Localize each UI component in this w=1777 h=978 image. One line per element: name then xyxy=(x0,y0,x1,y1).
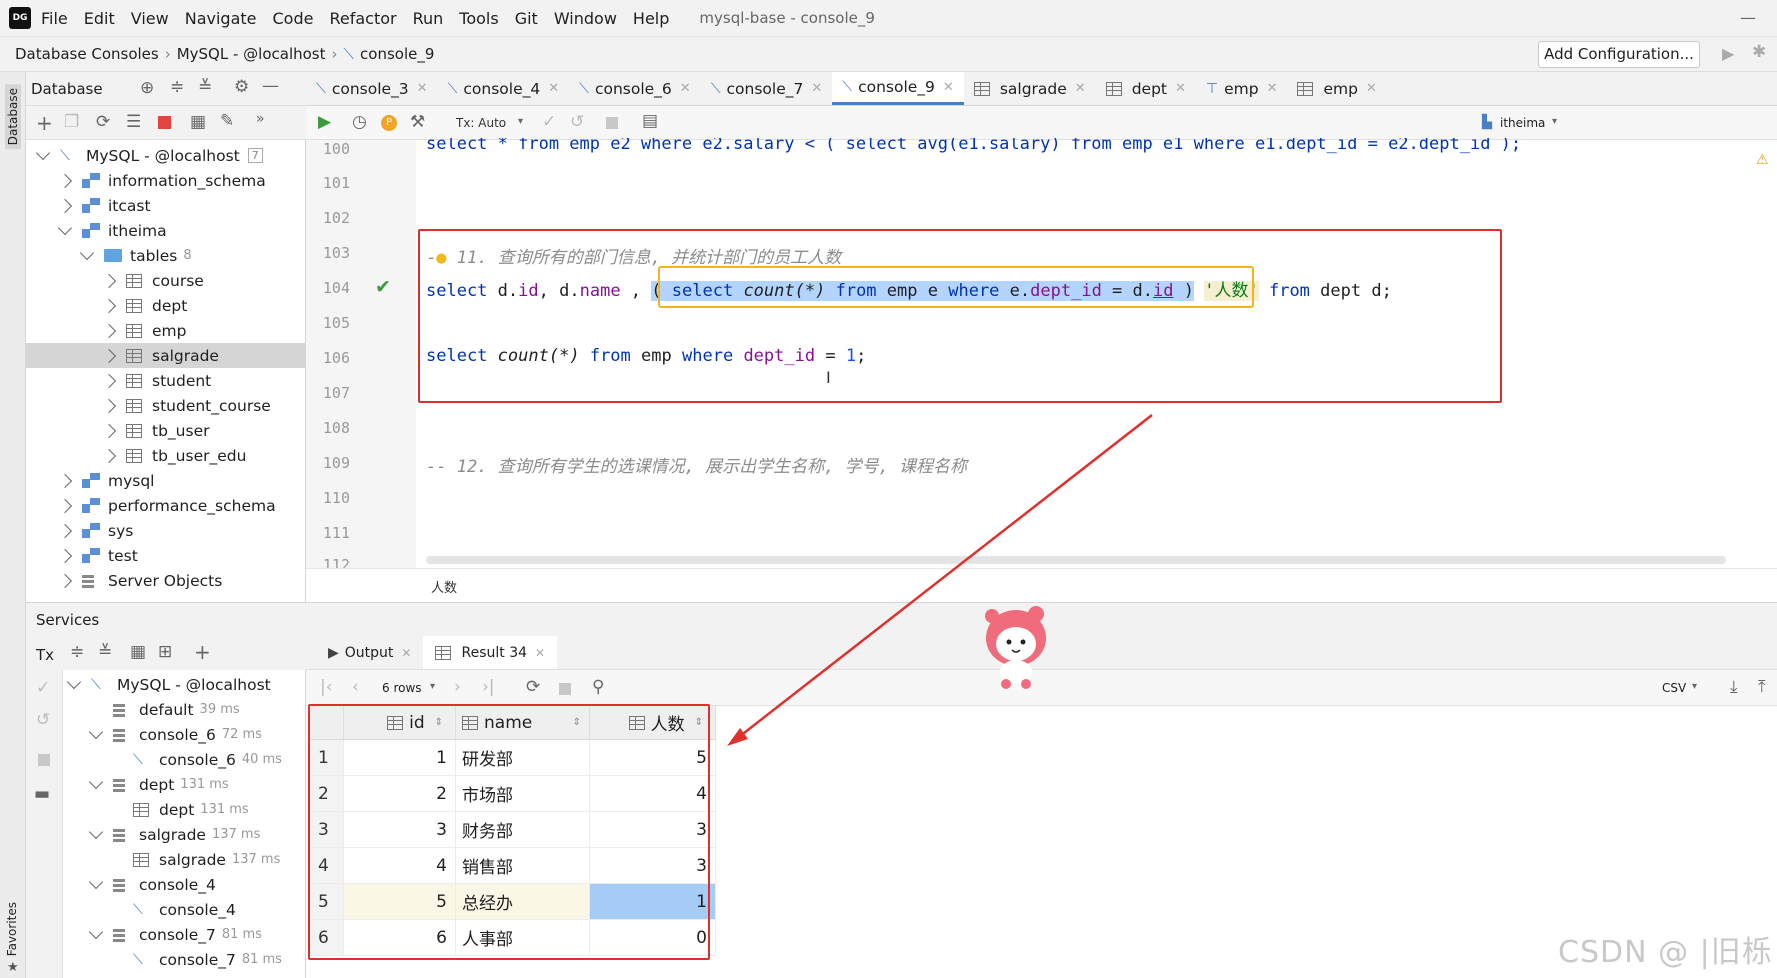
annotation-arrow xyxy=(727,414,1153,746)
watermark: CSDN @ |旧栎 xyxy=(1558,935,1773,970)
arrow-line xyxy=(734,414,1153,741)
arrow-head xyxy=(727,728,748,746)
mascot-sticker xyxy=(985,606,1046,689)
